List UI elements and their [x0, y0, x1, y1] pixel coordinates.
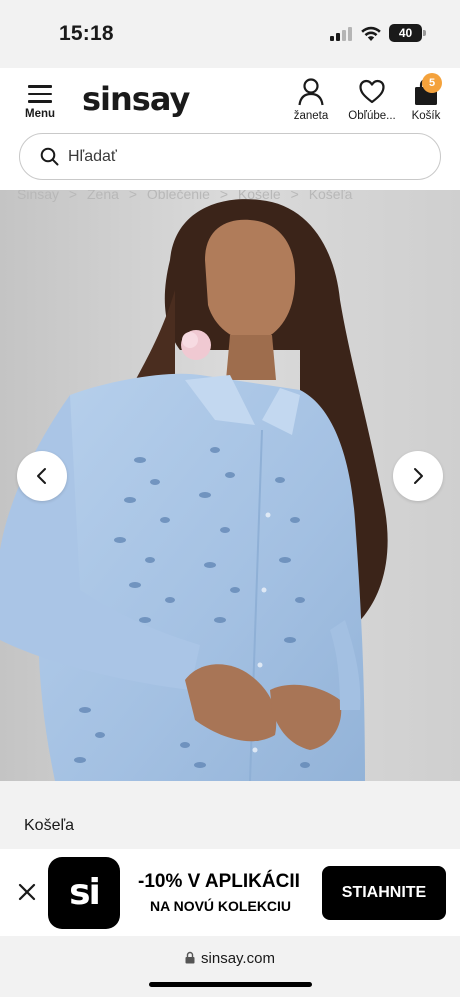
cart-label: Košík: [411, 110, 441, 122]
breadcrumb-item[interactable]: Sinsay: [17, 190, 59, 202]
breadcrumb-separator: >: [290, 190, 299, 202]
user-icon: [298, 78, 324, 106]
favorites-label: Obľúbe...: [348, 110, 396, 122]
url-text: sinsay.com: [201, 950, 275, 967]
sinsay-app-logo: si: [48, 857, 120, 929]
search-input[interactable]: [68, 143, 418, 171]
breadcrumb-separator: >: [219, 190, 229, 202]
status-time: 15:18: [59, 22, 114, 45]
heart-icon: [359, 79, 385, 104]
account-label: žaneta: [293, 110, 329, 122]
menu-label: Menu: [24, 108, 56, 120]
chevron-left-icon: [37, 468, 46, 484]
breadcrumb-separator: >: [68, 190, 78, 202]
product-title: Košeľa: [24, 817, 75, 834]
account-button[interactable]: žaneta: [289, 78, 333, 122]
app-promo-banner: si -10% V APLIKÁCII NA NOVÚ KOLEKCIU STI…: [0, 849, 460, 936]
breadcrumb-separator: >: [128, 190, 137, 202]
download-app-button[interactable]: STIAHNITE: [322, 866, 446, 920]
wifi-icon: [361, 26, 381, 41]
breadcrumb-item[interactable]: Žena: [87, 190, 119, 202]
battery-icon: 40: [389, 24, 422, 42]
battery-nub: [423, 30, 426, 36]
sinsay-logo[interactable]: sinsay: [82, 80, 190, 118]
cart-count-badge: 5: [422, 73, 442, 93]
breadcrumb-item: Košeľa: [308, 190, 353, 202]
hamburger-icon: [28, 85, 52, 103]
breadcrumb-item[interactable]: Oblečenie: [147, 190, 210, 202]
search-icon: [40, 147, 59, 166]
favorites-button[interactable]: Obľúbe...: [343, 78, 401, 122]
close-icon[interactable]: [14, 879, 40, 905]
chevron-right-icon: [414, 468, 423, 484]
breadcrumb-item[interactable]: Košele: [238, 190, 281, 202]
product-photo: [0, 190, 460, 781]
breadcrumb: Sinsay > Žena > Oblečenie > Košele > Koš…: [17, 190, 358, 202]
lock-icon: [185, 951, 195, 964]
cellular-signal-icon: [330, 27, 354, 41]
promo-subline: NA NOVÚ KOLEKCIU: [150, 898, 292, 914]
search-bar[interactable]: [19, 133, 441, 180]
status-bar: 15:18 40: [0, 0, 460, 68]
site-header: Menu sinsay žaneta Obľúbe... Košík 5: [0, 68, 460, 190]
product-info: Košeľa: [0, 781, 460, 849]
browser-address-bar[interactable]: sinsay.com: [0, 936, 460, 997]
previous-image-button[interactable]: [17, 451, 67, 501]
home-indicator: [149, 982, 312, 987]
next-image-button[interactable]: [393, 451, 443, 501]
product-image-carousel[interactable]: Sinsay > Žena > Oblečenie > Košele > Koš…: [0, 190, 460, 781]
menu-button[interactable]: Menu: [18, 82, 62, 126]
url-display[interactable]: sinsay.com: [0, 950, 460, 967]
promo-headline: -10% V APLIKÁCII: [138, 871, 300, 892]
